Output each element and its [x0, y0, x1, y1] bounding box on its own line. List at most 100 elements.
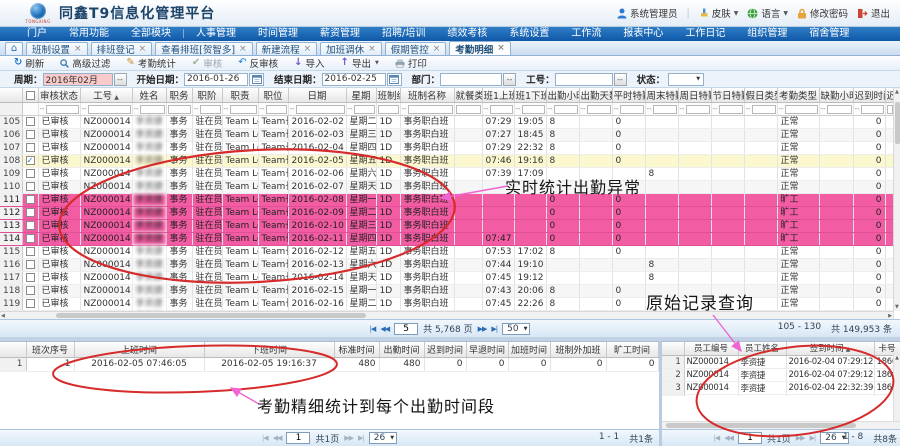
checkbox-icon[interactable] — [26, 91, 35, 100]
menu-item-12[interactable]: 工作日记 — [674, 27, 736, 41]
row-select-cell[interactable] — [22, 168, 38, 181]
tab-7[interactable]: 考勤明细× — [449, 41, 511, 55]
select-all-header[interactable] — [22, 88, 38, 103]
department-input[interactable] — [440, 73, 502, 86]
menu-item-5[interactable]: 时间管理 — [247, 27, 309, 41]
column-filter-input[interactable] — [168, 105, 191, 114]
column-header-姓名[interactable]: 姓名 — [132, 88, 166, 103]
employee-no-picker-button[interactable]: -- — [614, 73, 627, 86]
row-select-cell[interactable] — [22, 194, 38, 207]
vertical-scrollbar[interactable]: ▲ — [893, 355, 900, 421]
pager-first-button[interactable]: |◀ — [370, 325, 376, 333]
column-header-迟到时间[interactable]: 迟到时间 — [853, 88, 885, 103]
column-header-周日特勤[interactable]: 周日特勤 — [678, 88, 711, 103]
table-row[interactable]: 109已审核NZ000014李资捷事务驻在员Team LeTeam长2016-0… — [0, 168, 893, 181]
column-header-星期[interactable]: 星期 — [346, 88, 376, 103]
checkbox-icon[interactable] — [26, 299, 35, 308]
column-header-职务[interactable]: 职务 — [166, 88, 192, 103]
filter-operator-button[interactable]: -- — [548, 103, 553, 115]
table-row[interactable]: 4NZ000014李资捷2016-02-05 07:46:0518664 — [662, 394, 900, 396]
checkbox-icon[interactable] — [26, 143, 35, 152]
menu-item-8[interactable]: 绩效考核 — [436, 27, 498, 41]
start-date-input[interactable] — [184, 73, 248, 86]
tab-close-icon[interactable]: × — [433, 45, 441, 54]
column-filter-input[interactable] — [46, 105, 79, 114]
column-header-职阶[interactable]: 职阶 — [192, 88, 222, 103]
column-filter-input[interactable] — [490, 105, 513, 114]
scrollbar-thumb[interactable] — [666, 423, 856, 428]
column-header-出勤天数[interactable]: 出勤天数 — [579, 88, 612, 103]
table-row[interactable]: 113已审核NZ000014李资捷事务驻在员Team LeTeam长2016-0… — [0, 220, 893, 233]
column-filter-input[interactable] — [200, 105, 221, 114]
column-filter-input[interactable] — [140, 105, 165, 114]
employee-no-input[interactable] — [555, 73, 613, 86]
column-header-出勤小时[interactable]: 出勤小时 — [546, 88, 579, 103]
filter-operator-button[interactable]: -- — [290, 103, 295, 115]
table-row[interactable]: 1NZ000014李资捷2016-02-04 07:29:1218664 — [662, 355, 900, 368]
column-header-标准时间[interactable]: 标准时间 — [334, 342, 379, 357]
column-header-班1上班[interactable]: 班1上班 — [482, 88, 514, 103]
filter-operator-button[interactable]: -- — [402, 103, 407, 115]
column-filter-input[interactable] — [785, 105, 818, 114]
filter-operator-button[interactable]: -- — [779, 103, 784, 115]
column-header-班次序号[interactable]: 班次序号 — [26, 342, 74, 357]
table-row[interactable]: 111已审核NZ000014李资捷事务驻在员Team LeTeam长2016-0… — [0, 194, 893, 207]
table-row[interactable]: 116已审核NZ000014李资捷事务驻在员Team LeTeam长2016-0… — [0, 259, 893, 272]
logout-link[interactable]: 退出 — [857, 6, 890, 20]
column-filter-input[interactable] — [587, 105, 611, 114]
tab-3[interactable]: 查看排班[贺智多]× — [155, 42, 252, 55]
column-header-职位[interactable]: 职位 — [258, 88, 288, 103]
column-header-员工姓名[interactable]: 员工姓名 — [738, 342, 786, 355]
pager-next-button[interactable]: ▶▶ — [478, 325, 487, 333]
column-filter-input[interactable] — [719, 105, 743, 114]
page-number-input[interactable] — [394, 323, 418, 335]
tab-close-icon[interactable]: × — [368, 45, 376, 54]
pager-next-button[interactable]: ▶▶ — [344, 434, 353, 442]
column-header-审核状态[interactable]: 审核状态 — [38, 88, 80, 103]
vertical-scrollbar[interactable]: ▲ ▼ — [893, 88, 900, 311]
导出-button[interactable]: ↑导出▼ — [333, 56, 387, 70]
checkbox-icon[interactable] — [26, 247, 35, 256]
column-filter-input[interactable] — [653, 105, 677, 114]
row-select-cell[interactable] — [22, 181, 38, 194]
end-date-input[interactable] — [322, 73, 386, 86]
menu-item-7[interactable]: 招聘/培训 — [371, 27, 436, 41]
row-select-cell[interactable] — [22, 298, 38, 311]
考勤统计-button[interactable]: ✎考勤统计 — [118, 56, 183, 70]
menu-item-9[interactable]: 系统设置 — [498, 27, 560, 41]
skin-menu[interactable]: 皮肤▼ — [699, 6, 739, 20]
row-select-cell[interactable] — [22, 259, 38, 272]
column-header-班1下班[interactable]: 班1下班 — [514, 88, 546, 103]
tab-close-icon[interactable]: × — [239, 45, 247, 54]
反审核-button[interactable]: ↶反审核 — [230, 56, 286, 70]
column-header-加班时间[interactable]: 加班时间 — [508, 342, 550, 357]
page-size-select[interactable]: 50▼ — [502, 323, 530, 335]
column-header-迟到时间[interactable]: 迟到时间 — [424, 342, 466, 357]
table-row[interactable]: 117已审核NZ000014李资捷事务驻在员Team LeTeam长2016-0… — [0, 272, 893, 285]
高级过滤-button[interactable]: 高级过滤 — [52, 56, 118, 70]
tab-4[interactable]: 新建流程× — [256, 42, 318, 55]
period-picker-button[interactable]: -- — [114, 73, 127, 86]
menu-item-13[interactable]: 组织管理 — [736, 27, 798, 41]
checkbox-icon[interactable] — [26, 182, 35, 191]
table-row[interactable]: 108✓已审核NZ000014李资捷事务驻在员Team LeTeam长2016-… — [0, 155, 893, 168]
column-filter-input[interactable] — [378, 105, 399, 114]
scrollbar-thumb[interactable] — [56, 313, 366, 318]
row-select-cell[interactable] — [22, 272, 38, 285]
table-row[interactable]: 2NZ000014李资捷2016-02-04 07:29:1218664 — [662, 368, 900, 381]
pager-last-button[interactable]: ▶| — [491, 325, 497, 333]
column-filter-input[interactable] — [456, 105, 481, 114]
tab-close-icon[interactable]: × — [304, 45, 312, 54]
language-menu[interactable]: 语言▼ — [747, 6, 788, 20]
pager-next-button[interactable]: ▶▶ — [796, 434, 805, 442]
table-row[interactable]: 118已审核NZ000014李资捷事务驻在员Team LeTeam长2016-0… — [0, 285, 893, 298]
column-filter-input[interactable] — [408, 105, 453, 114]
column-filter-input[interactable] — [827, 105, 852, 114]
table-row[interactable]: 114已审核NZ000014李资捷事务驻在员Team LeTeam长2016-0… — [0, 233, 893, 246]
filter-operator-button[interactable]: -- — [224, 103, 229, 115]
table-row[interactable]: 119已审核NZ000014李资捷事务驻在员Team LeTeam长2016-0… — [0, 298, 893, 311]
checkbox-icon[interactable] — [26, 286, 35, 295]
pager-last-button[interactable]: ▶| — [358, 434, 364, 442]
column-header-早退时间[interactable]: 早退时间 — [466, 342, 508, 357]
tab-6[interactable]: 假期管控× — [385, 42, 447, 55]
